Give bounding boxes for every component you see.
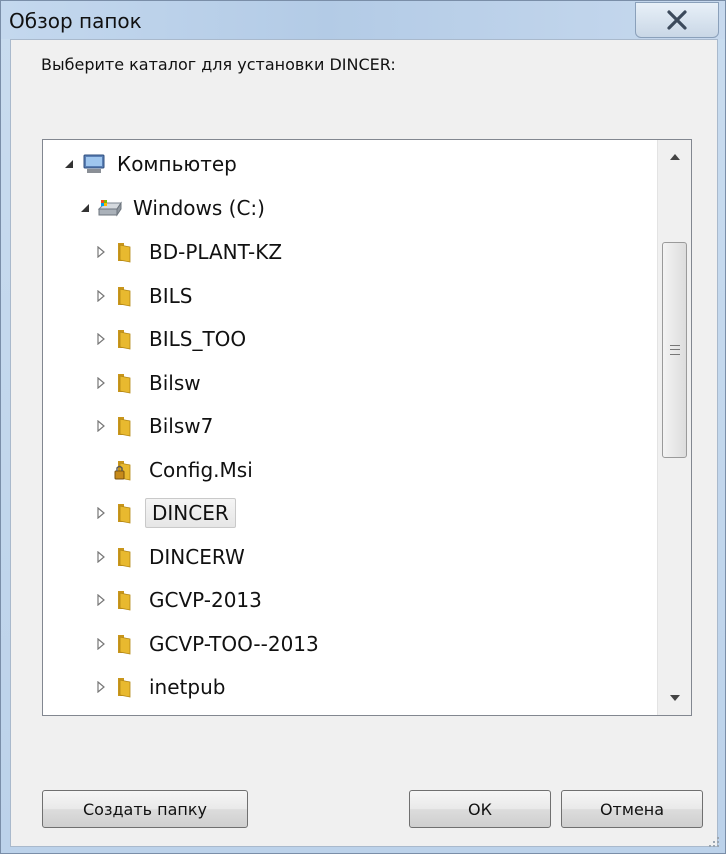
expand-arrow-icon[interactable]	[93, 244, 109, 260]
drive-icon	[97, 195, 123, 221]
folder-icon	[113, 326, 139, 352]
collapse-arrow-icon[interactable]	[77, 200, 93, 216]
tree-item-folder[interactable]: Bilsw7	[93, 404, 217, 448]
arrow-up-icon	[669, 154, 680, 160]
tree-item-label: Компьютер	[117, 152, 237, 176]
expand-arrow-icon[interactable]	[93, 375, 109, 391]
tree-item-folder[interactable]: BILS_TOO	[93, 317, 250, 361]
tree-item-folder[interactable]: GCVP-2013	[93, 578, 266, 622]
expand-arrow-icon[interactable]	[93, 636, 109, 652]
prompt-text: Выберите каталог для установки DINCER:	[41, 55, 396, 74]
folder-tree[interactable]: Компьютер Windows (C:) BD-PLANT-KZ BILS BI…	[42, 139, 692, 716]
scroll-thumb[interactable]	[662, 242, 687, 458]
expand-arrow-icon[interactable]	[93, 331, 109, 347]
browse-folders-dialog: Обзор папок Выберите каталог для установ…	[0, 0, 726, 854]
ok-button[interactable]: ОК	[409, 790, 551, 828]
grip-icon	[669, 345, 680, 355]
arrow-down-icon	[669, 695, 680, 701]
close-button[interactable]	[635, 2, 719, 38]
tree-item-label: Windows (C:)	[133, 196, 265, 220]
tree-item-label: GCVP-TOO--2013	[149, 631, 319, 656]
new-folder-button[interactable]: Создать папку	[42, 790, 248, 828]
expand-arrow-icon[interactable]	[93, 592, 109, 608]
tree-item-folder[interactable]: inetpub	[93, 665, 229, 709]
tree-item-label: inetpub	[149, 675, 226, 699]
tree-item-drive[interactable]: Windows (C:)	[77, 186, 269, 230]
tree-item-label: GCVP-2013	[149, 588, 262, 612]
folder-icon	[113, 587, 139, 613]
tree-item-label: DINCERW	[149, 544, 245, 569]
tree-item-label: BILS_TOO	[149, 327, 247, 351]
scroll-down-button[interactable]	[658, 681, 691, 715]
folder-icon	[113, 631, 139, 657]
cancel-button[interactable]: Отмена	[561, 790, 703, 828]
folder-icon	[113, 674, 139, 700]
scroll-up-button[interactable]	[658, 140, 691, 174]
tree-item-folder[interactable]: BILS	[93, 274, 196, 318]
tree-item-label: DINCER	[145, 498, 236, 528]
tree-item-label: Config.Msi	[149, 457, 253, 482]
folder-icon	[113, 500, 139, 526]
tree-item-folder[interactable]: DINCER	[93, 491, 236, 535]
expand-arrow-icon[interactable]	[93, 679, 109, 695]
folder-icon	[113, 544, 139, 570]
tree-item-computer[interactable]: Компьютер	[61, 142, 241, 186]
tree-item-folder[interactable]: BD-PLANT-KZ	[93, 230, 286, 274]
close-icon	[667, 10, 687, 30]
tree-item-folder[interactable]: Config.Msi	[93, 448, 257, 492]
tree-item-folder[interactable]: GCVP-TOO--2013	[93, 622, 323, 666]
computer-icon	[81, 151, 107, 177]
vertical-scrollbar[interactable]	[657, 140, 691, 715]
folder-icon	[113, 239, 139, 265]
expand-arrow-icon[interactable]	[93, 505, 109, 521]
tree-item-label: BILS	[149, 283, 193, 308]
tree-item-label: Bilsw	[149, 370, 201, 395]
collapse-arrow-icon[interactable]	[61, 156, 77, 172]
tree-item-folder[interactable]: DINCERW	[93, 535, 249, 579]
tree-item-folder[interactable]: Bilsw	[93, 361, 205, 405]
resize-grip-icon[interactable]	[707, 835, 721, 849]
no-expander	[93, 462, 109, 478]
locked-folder-icon	[113, 457, 139, 483]
window-title: Обзор папок	[9, 9, 142, 33]
tree-item-label: Bilsw7	[149, 414, 214, 438]
expand-arrow-icon[interactable]	[93, 418, 109, 434]
expand-arrow-icon[interactable]	[93, 549, 109, 565]
expand-arrow-icon[interactable]	[93, 288, 109, 304]
folder-icon	[113, 413, 139, 439]
folder-icon	[113, 283, 139, 309]
tree-item-label: BD-PLANT-KZ	[149, 240, 283, 264]
title-bar[interactable]: Обзор папок	[1, 1, 725, 39]
folder-icon	[113, 370, 139, 396]
